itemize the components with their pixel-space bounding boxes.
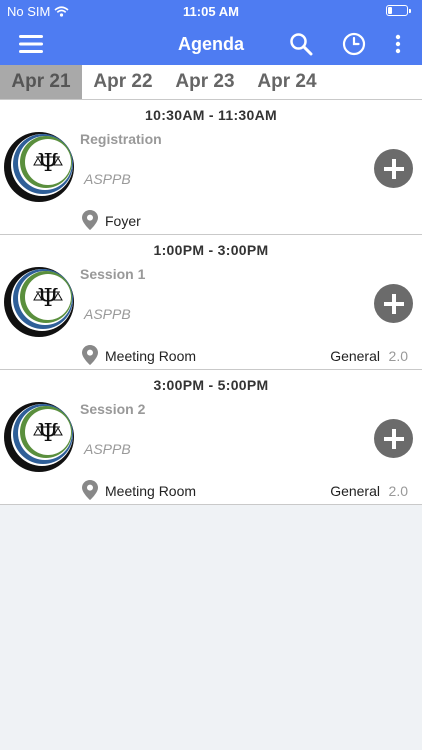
session-name: Registration (80, 131, 162, 147)
session-credits: 2.0 (388, 348, 408, 364)
more-vertical-icon[interactable] (384, 30, 412, 58)
session-track: General (330, 483, 380, 499)
session-card[interactable]: 3:00PM - 5:00PM Ψ Session 2 ASPPB Meetin… (0, 370, 422, 505)
add-session-button[interactable] (374, 284, 413, 323)
status-time: 11:05 AM (183, 4, 239, 19)
location-pin-icon (82, 210, 98, 230)
session-card[interactable]: 1:00PM - 3:00PM Ψ Session 1 ASPPB Meetin… (0, 235, 422, 370)
tab-apr-24[interactable]: Apr 24 (246, 65, 328, 99)
session-location: Meeting Room (105, 483, 197, 499)
session-location: Meeting Room (105, 348, 197, 364)
session-credits: 2.0 (388, 483, 408, 499)
session-time: 10:30AM - 11:30AM (145, 107, 277, 123)
session-time: 3:00PM - 5:00PM (153, 377, 269, 393)
tab-apr-21[interactable]: Apr 21 (0, 65, 82, 99)
search-icon[interactable] (287, 30, 315, 58)
clock-icon[interactable] (340, 30, 368, 58)
session-organizer: ASPPB (84, 306, 131, 322)
status-bar: No SIM 11:05 AM (0, 0, 422, 22)
location-pin-icon (82, 345, 98, 365)
session-track: General (330, 348, 380, 364)
location-pin-icon (82, 480, 98, 500)
organization-logo: Ψ (4, 267, 74, 337)
session-organizer: ASPPB (84, 171, 131, 187)
organization-logo: Ψ (4, 402, 74, 472)
tab-apr-23[interactable]: Apr 23 (164, 65, 246, 99)
tab-apr-22[interactable]: Apr 22 (82, 65, 164, 99)
session-organizer: ASPPB (84, 441, 131, 457)
date-tabs: Apr 21 Apr 22 Apr 23 Apr 24 (0, 65, 422, 100)
battery-icon (386, 5, 411, 16)
nav-bar: Agenda (0, 22, 422, 65)
session-time: 1:00PM - 3:00PM (153, 242, 269, 258)
organization-logo: Ψ (4, 132, 74, 202)
session-list: 10:30AM - 11:30AM Ψ Registration ASPPB F… (0, 100, 422, 505)
add-session-button[interactable] (374, 419, 413, 458)
add-session-button[interactable] (374, 149, 413, 188)
session-name: Session 2 (80, 401, 146, 417)
session-card[interactable]: 10:30AM - 11:30AM Ψ Registration ASPPB F… (0, 100, 422, 235)
session-location: Foyer (105, 213, 141, 229)
session-name: Session 1 (80, 266, 146, 282)
